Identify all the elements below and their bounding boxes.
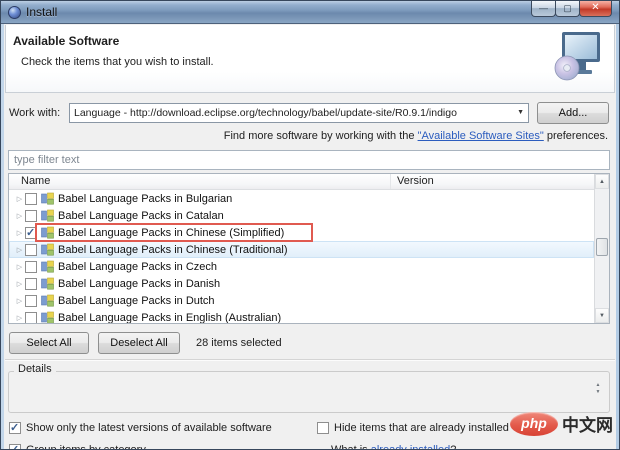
window-title: Install [26, 5, 58, 19]
column-header-name[interactable]: Name [9, 174, 391, 189]
row-checkbox[interactable] [25, 192, 37, 205]
row-label: Babel Language Packs in English (Austral… [58, 311, 282, 324]
what-is-installed-text: What is already installed? [331, 444, 457, 450]
language-pack-icon [41, 260, 54, 273]
deselect-all-button[interactable]: Deselect All [98, 332, 180, 354]
expand-arrow-icon[interactable]: ▷ [14, 297, 25, 305]
expand-arrow-icon[interactable]: ▷ [14, 246, 25, 254]
maximize-button[interactable]: ▢ [555, 1, 580, 17]
header-banner: Available Software Check the items that … [5, 25, 615, 93]
row-checkbox[interactable] [25, 243, 37, 256]
select-all-button[interactable]: Select All [9, 332, 89, 354]
show-latest-label: Show only the latest versions of availab… [26, 422, 272, 434]
row-label: Babel Language Packs in Danish [58, 277, 221, 290]
language-pack-icon [41, 277, 54, 290]
scroll-down-icon[interactable]: ▼ [595, 308, 609, 323]
hide-installed-checkbox[interactable] [317, 422, 329, 434]
table-row[interactable]: ▷ Babel Language Packs in Chinese (Tradi… [9, 241, 594, 258]
find-more-text: Find more software by working with the "… [224, 130, 608, 142]
update-site-value: Language - http://download.eclipse.org/t… [74, 106, 457, 119]
language-pack-icon [41, 311, 54, 323]
language-pack-icon [41, 294, 54, 307]
row-label: Babel Language Packs in Chinese (Traditi… [58, 243, 288, 256]
table-row[interactable]: ▷ Babel Language Packs in Dutch [9, 292, 594, 309]
separator [5, 359, 615, 361]
option-show-latest[interactable]: Show only the latest versions of availab… [9, 421, 272, 434]
scrollbar-thumb[interactable] [596, 238, 608, 256]
expand-arrow-icon[interactable]: ▷ [14, 263, 25, 271]
table-row[interactable]: ▷ Babel Language Packs in English (Austr… [9, 309, 594, 323]
app-icon [8, 5, 21, 19]
option-group-by-category[interactable]: Group items by category [9, 443, 146, 450]
find-more-suffix: preferences. [543, 130, 608, 142]
table-row[interactable]: ▷ Babel Language Packs in Bulgarian [9, 190, 594, 207]
row-checkbox[interactable] [25, 226, 37, 239]
expand-arrow-icon[interactable]: ▷ [14, 280, 25, 288]
table-row[interactable]: ▷ Babel Language Packs in Catalan [9, 207, 594, 224]
column-header-version[interactable]: Version [391, 174, 594, 189]
row-checkbox[interactable] [25, 294, 37, 307]
what-is-suffix: ? [450, 444, 457, 450]
chevron-down-icon[interactable]: ▼ [513, 109, 524, 116]
spinner-up-icon[interactable]: ▲ [596, 382, 601, 389]
expand-arrow-icon[interactable]: ▷ [14, 195, 25, 203]
titlebar: Install — ▢ ✕ [1, 1, 619, 24]
hide-installed-label: Hide items that are already installed [334, 422, 509, 434]
close-button[interactable]: ✕ [579, 1, 612, 17]
table-body: ▷ Babel Language Packs in Bulgarian ▷ Ba… [9, 190, 594, 323]
row-label: Babel Language Packs in Catalan [58, 209, 224, 222]
details-panel: ▲ ▼ [8, 371, 610, 413]
details-label: Details [14, 363, 56, 375]
php-watermark: php 中文网 [510, 411, 613, 436]
expand-arrow-icon[interactable]: ▷ [14, 314, 25, 322]
table-header: Name Version [9, 174, 594, 190]
minimize-button[interactable]: — [531, 1, 556, 17]
row-label: Babel Language Packs in Bulgarian [58, 192, 233, 205]
work-with-label: Work with: [9, 106, 61, 119]
page-subtitle: Check the items that you wish to install… [21, 56, 214, 68]
language-pack-icon [41, 209, 54, 222]
page-title: Available Software [13, 34, 120, 48]
what-is-prefix: What is [331, 444, 371, 450]
row-checkbox[interactable] [25, 311, 37, 323]
install-dialog: Install — ▢ ✕ Available Software Check t… [0, 0, 620, 450]
option-hide-installed[interactable]: Hide items that are already installed [317, 422, 509, 434]
table-row[interactable]: ▷ Babel Language Packs in Czech [9, 258, 594, 275]
watermark-text: 中文网 [562, 416, 613, 435]
scroll-up-icon[interactable]: ▲ [595, 174, 609, 189]
row-checkbox[interactable] [25, 277, 37, 290]
selection-status: 28 items selected [196, 337, 282, 349]
add-button[interactable]: Add... [537, 101, 609, 124]
language-pack-icon [41, 226, 54, 239]
row-label: Babel Language Packs in Czech [58, 260, 217, 273]
find-more-prefix: Find more software by working with the [223, 130, 418, 142]
group-by-category-label: Group items by category [26, 444, 146, 450]
update-site-combobox[interactable]: Language - http://download.eclipse.org/t… [69, 102, 529, 123]
already-installed-link[interactable]: already installed [371, 444, 451, 449]
show-latest-checkbox[interactable] [9, 421, 21, 434]
spinner-down-icon[interactable]: ▼ [596, 389, 601, 396]
filter-input[interactable] [8, 150, 610, 170]
row-checkbox[interactable] [25, 209, 37, 222]
language-pack-icon [41, 243, 54, 256]
group-by-category-checkbox[interactable] [9, 443, 21, 449]
row-label: Babel Language Packs in Chinese (Simplif… [58, 226, 285, 239]
language-pack-icon [41, 192, 54, 205]
available-software-sites-link[interactable]: "Available Software Sites" [418, 130, 544, 142]
expand-arrow-icon[interactable]: ▷ [14, 212, 25, 220]
install-software-icon [554, 32, 600, 81]
table-row[interactable]: ▷ Babel Language Packs in Chinese (Simpl… [9, 224, 594, 241]
row-label: Babel Language Packs in Dutch [58, 294, 215, 307]
expand-arrow-icon[interactable]: ▷ [14, 229, 25, 237]
php-logo-icon: php [510, 411, 558, 436]
table-scrollbar[interactable]: ▲ ▼ [594, 174, 609, 323]
software-table: Name Version ▷ Babel Language Packs in B… [8, 173, 610, 324]
row-checkbox[interactable] [25, 260, 37, 273]
table-row[interactable]: ▷ Babel Language Packs in Danish [9, 275, 594, 292]
